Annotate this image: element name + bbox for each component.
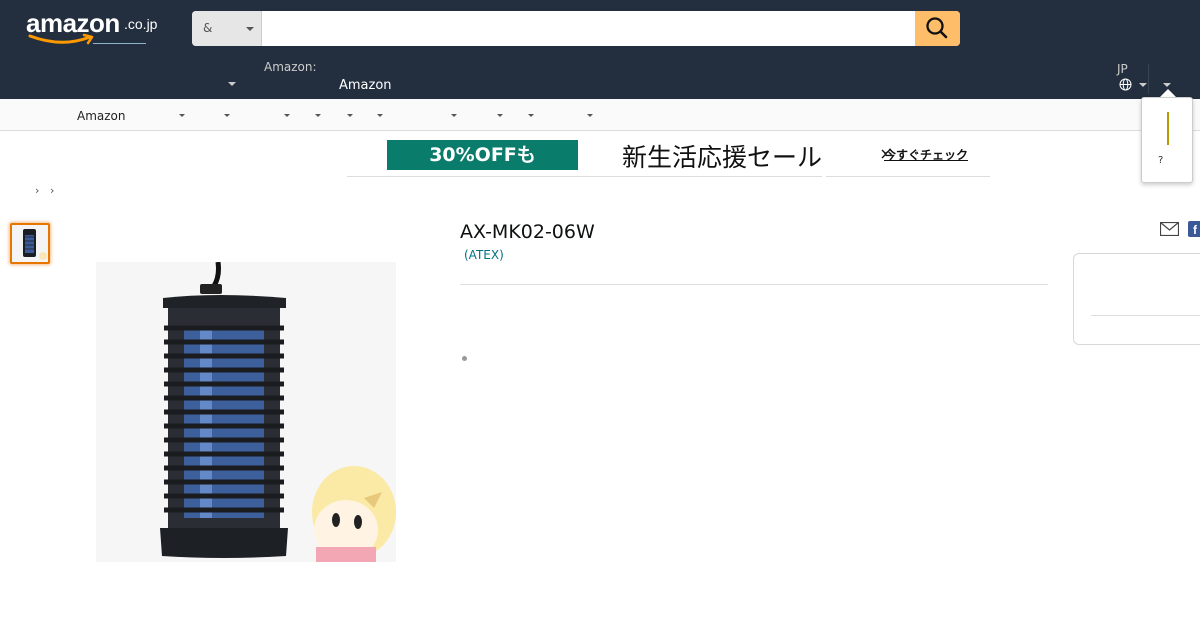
search-icon <box>926 17 948 39</box>
caret-down-icon[interactable] <box>1139 83 1147 87</box>
banner-underline <box>347 176 822 177</box>
sale-check-link[interactable]: 今すぐチェック <box>884 146 968 163</box>
text-cursor-indicator <box>1167 112 1169 145</box>
subnav-item-store[interactable]: Amazon <box>77 109 126 123</box>
logo-smile-icon <box>28 33 94 45</box>
popover-text: ? <box>1158 155 1164 166</box>
globe-icon[interactable] <box>1119 78 1132 91</box>
product-main-image[interactable] <box>96 262 396 562</box>
thumbnail-image <box>12 225 48 262</box>
account-popover[interactable]: ? <box>1141 97 1193 183</box>
account-caret-icon[interactable] <box>1163 83 1171 87</box>
product-thumbnail[interactable] <box>10 223 50 264</box>
search-bar: & <box>192 11 960 46</box>
banner-underline <box>826 176 990 177</box>
caret-down-icon[interactable] <box>224 114 230 117</box>
product-title: AX-MK02-06W <box>460 221 595 243</box>
caret-down-icon[interactable] <box>377 114 383 117</box>
language-code[interactable]: JP <box>1117 62 1128 76</box>
caret-down-icon[interactable] <box>587 114 593 117</box>
deliver-to-location[interactable]: Amazon <box>339 78 392 93</box>
logo-underline <box>93 43 146 44</box>
sale-discount-badge[interactable]: 30%OFFも <box>387 140 578 170</box>
popover-arrow <box>1160 89 1176 97</box>
caret-down-icon[interactable] <box>528 114 534 117</box>
logo-domain: .co.jp <box>124 16 158 32</box>
caret-down-icon[interactable] <box>315 114 321 117</box>
facebook-icon[interactable]: f <box>1188 221 1200 237</box>
search-category-label: & <box>203 21 213 35</box>
buy-box <box>1073 253 1200 345</box>
caret-down-icon <box>246 27 254 31</box>
caret-down-icon[interactable] <box>451 114 457 117</box>
search-button[interactable] <box>915 11 960 46</box>
search-category-dropdown[interactable]: & <box>192 11 262 46</box>
brand-link[interactable]: (ATEX) <box>464 248 504 262</box>
belt-divider <box>1148 64 1149 94</box>
sale-banner-title[interactable]: 新生活応援セール <box>622 138 822 174</box>
caret-down-icon[interactable] <box>179 114 185 117</box>
section-divider <box>460 284 1048 285</box>
mail-icon[interactable] <box>1160 222 1179 236</box>
feature-bullet <box>462 356 467 361</box>
caret-down-icon[interactable] <box>347 114 353 117</box>
breadcrumb-separator: › <box>35 184 40 197</box>
caret-down-icon[interactable] <box>228 82 236 86</box>
caret-down-icon[interactable] <box>497 114 503 117</box>
buy-box-divider <box>1091 315 1200 316</box>
caret-down-icon[interactable] <box>284 114 290 117</box>
deliver-to-label[interactable]: Amazon: <box>264 60 317 74</box>
header-belt <box>0 57 1200 99</box>
breadcrumb-separator: › <box>50 184 55 197</box>
search-input[interactable] <box>263 11 915 46</box>
